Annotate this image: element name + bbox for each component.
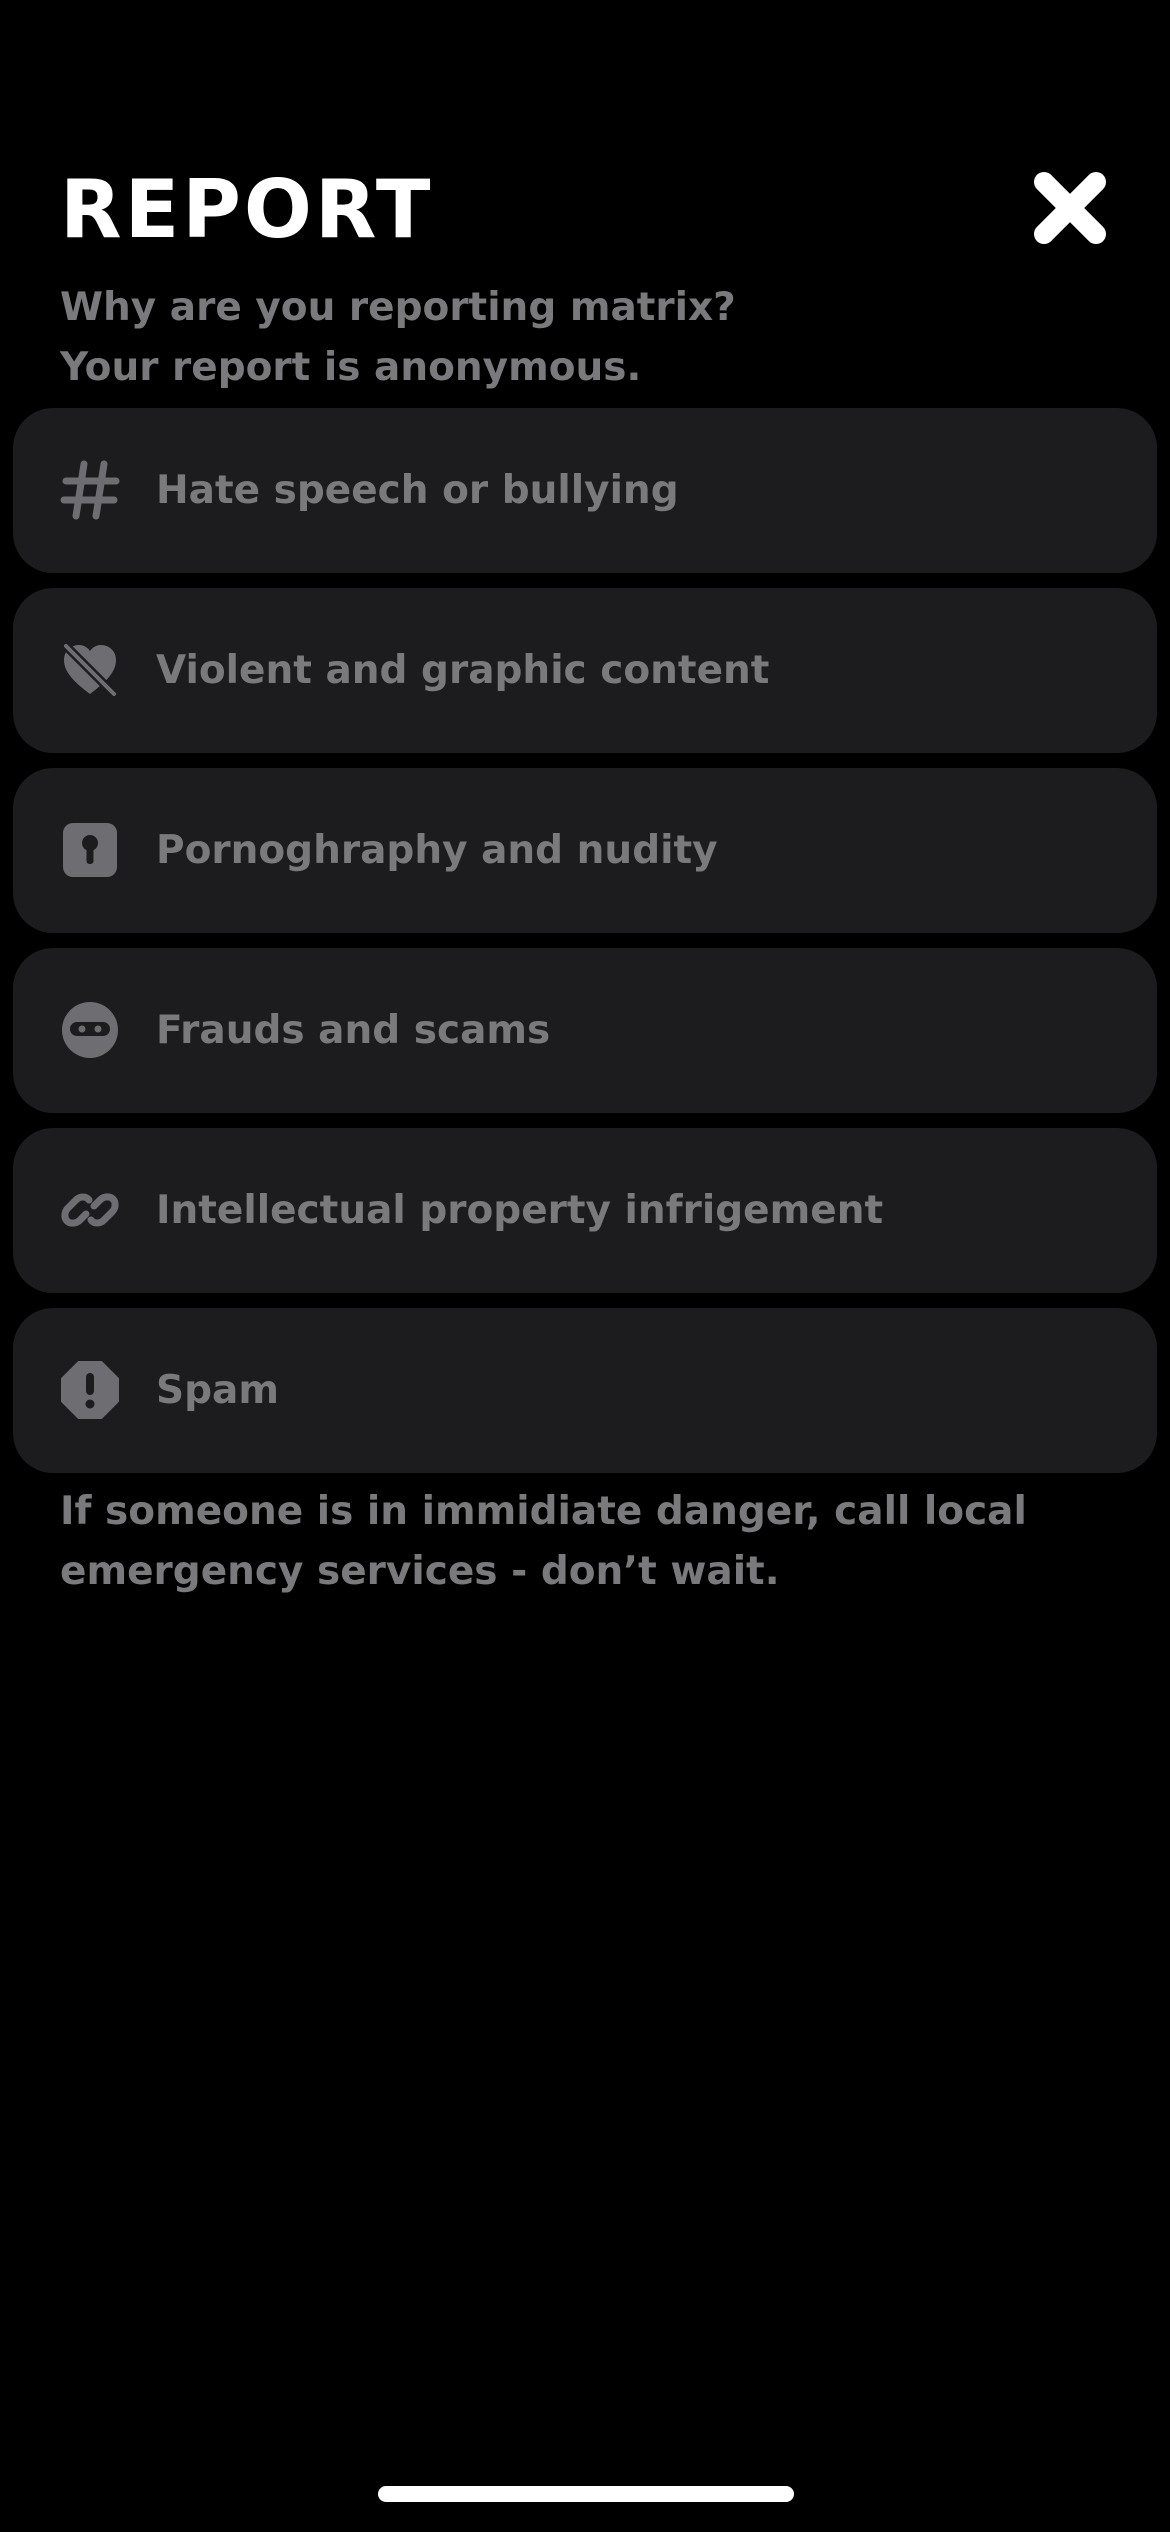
report-subtitle: Why are you reporting matrix? Your repor… <box>60 278 1060 398</box>
close-icon <box>1034 172 1106 244</box>
reason-label: Hate speech or bullying <box>156 468 679 513</box>
exclamation-icon <box>60 1360 120 1420</box>
warning-line-2: emergency services - don’t wait. <box>60 1549 780 1594</box>
link-icon <box>60 1180 120 1240</box>
reason-label: Violent and graphic content <box>156 648 770 693</box>
header: REPORT <box>60 160 1110 260</box>
subtitle-question: Why are you reporting matrix? <box>60 285 736 330</box>
warning-line-1: If someone is in immidiate danger, call … <box>60 1489 1027 1534</box>
masked-face-icon <box>60 1000 120 1060</box>
emergency-warning: If someone is in immidiate danger, call … <box>60 1482 1120 1602</box>
reason-label: Spam <box>156 1368 279 1413</box>
reason-frauds-scams[interactable]: Frauds and scams <box>13 948 1157 1113</box>
keyhole-icon <box>60 820 120 880</box>
subtitle-anonymous-note: Your report is anonymous. <box>60 345 642 390</box>
close-button[interactable] <box>1030 168 1110 248</box>
reason-spam[interactable]: Spam <box>13 1308 1157 1473</box>
reason-label: Pornoghraphy and nudity <box>156 828 718 873</box>
reason-hate-speech[interactable]: Hate speech or bullying <box>13 408 1157 573</box>
broken-heart-icon <box>60 640 120 700</box>
reason-intellectual-property[interactable]: Intellectual property infrigement <box>13 1128 1157 1293</box>
reason-label: Intellectual property infrigement <box>156 1188 884 1233</box>
report-reasons-list: Hate speech or bullying Violent and grap… <box>13 408 1157 1488</box>
reason-pornography[interactable]: Pornoghraphy and nudity <box>13 768 1157 933</box>
page-title: REPORT <box>60 163 434 256</box>
hashtag-icon <box>60 460 120 520</box>
reason-label: Frauds and scams <box>156 1008 551 1053</box>
home-indicator <box>378 2486 794 2502</box>
reason-violent-content[interactable]: Violent and graphic content <box>13 588 1157 753</box>
